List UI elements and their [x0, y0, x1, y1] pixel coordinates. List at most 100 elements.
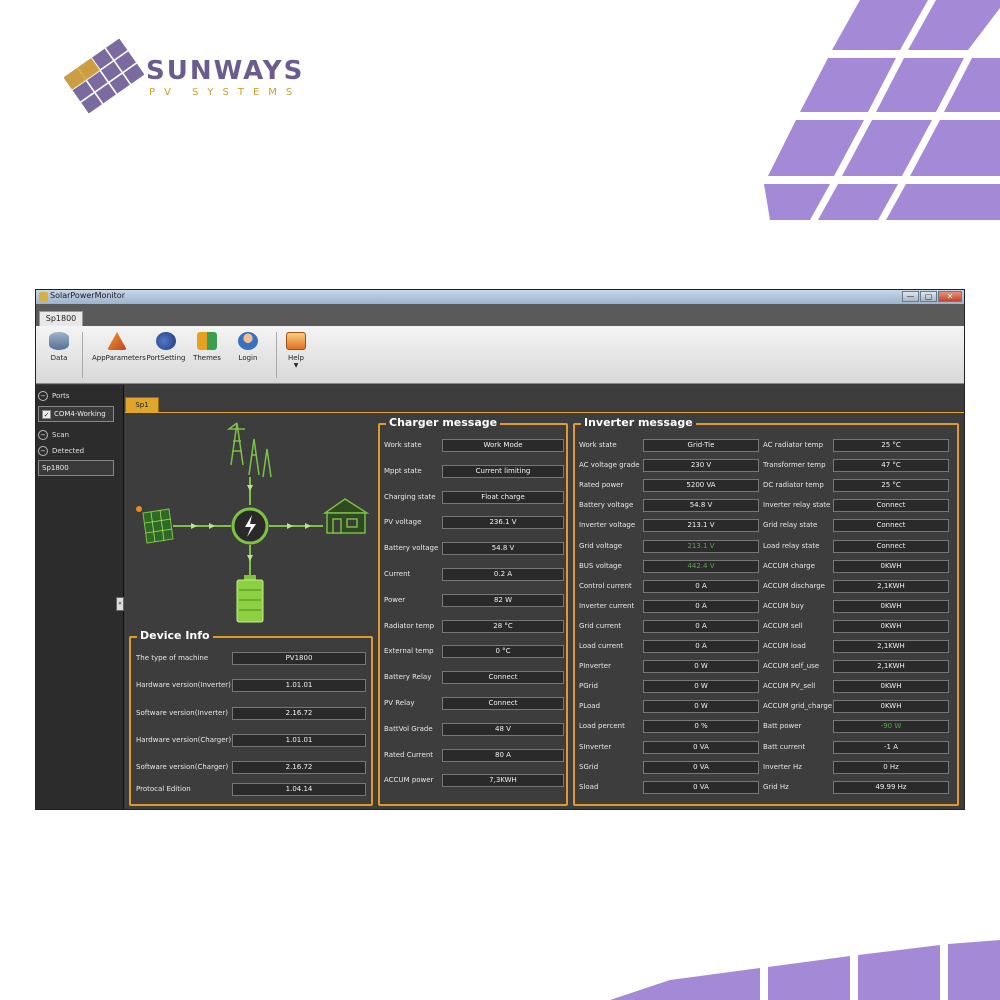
field-row: BUS voltage 442.4 V: [579, 559, 765, 573]
app-parameters-button[interactable]: AppParameters: [92, 332, 146, 362]
themes-button[interactable]: Themes: [191, 332, 223, 362]
field-value: 2,1KWH: [833, 640, 949, 653]
field-row: ACCUM PV_sell 0KWH: [763, 680, 955, 694]
field-row: Battery voltage 54.8 V: [579, 499, 765, 513]
field-value: 80 A: [442, 748, 564, 762]
field-label: PLoad: [579, 702, 601, 711]
field-value: 0 VA: [643, 740, 759, 754]
field-value: 213.1 V: [643, 519, 759, 533]
field-label: Batt power: [763, 722, 802, 731]
sidebar-item-ports[interactable]: − Ports: [38, 391, 70, 401]
field-label: Inverter relay state: [763, 501, 831, 510]
field-value: 28 °C: [442, 619, 564, 633]
field-label: Charging state: [384, 492, 436, 501]
field-row: Batt current -1 A: [763, 740, 955, 754]
field-value: Connect: [442, 671, 564, 685]
ribbon-tab-sp1800[interactable]: Sp1800: [39, 311, 83, 326]
field-row: SGrid 0 VA: [579, 760, 765, 774]
field-row: Battery Relay Connect: [384, 671, 564, 685]
field-value: 0 W: [643, 680, 759, 694]
field-label: ACCUM PV_sell: [763, 682, 816, 691]
checkbox-checked-icon[interactable]: ✓: [42, 409, 51, 419]
sidebar-item-device[interactable]: Sp1800: [38, 460, 114, 476]
close-button[interactable]: ✕: [938, 291, 962, 302]
field-value: 0 A: [643, 579, 759, 593]
decorative-panels-bottom-icon: [610, 940, 1000, 1000]
port-setting-label: PortSetting: [146, 354, 186, 362]
app-window: SolarPowerMonitor — ▢ ✕ Sp1800 Data AppP…: [35, 289, 965, 810]
port-icon: [156, 332, 176, 350]
solar-panel-logo-icon: [64, 38, 144, 114]
field-label: Radiator temp: [384, 621, 435, 630]
field-label: ACCUM discharge: [763, 581, 825, 590]
data-button[interactable]: Data: [44, 332, 74, 362]
field-value: 0 VA: [643, 760, 759, 774]
field-label: External temp: [384, 647, 434, 656]
field-value: 442.4 V: [643, 559, 759, 573]
field-label: Software version(Charger): [136, 763, 229, 772]
field-value: 1.01.01: [232, 679, 366, 693]
field-value: 0KWH: [833, 559, 949, 573]
field-row: Software version(Charger) 2.16.72: [136, 761, 368, 775]
field-row: Sload 0 VA: [579, 780, 765, 794]
field-value: Connect: [442, 697, 564, 710]
field-label: Load relay state: [763, 541, 820, 550]
field-label: The type of machine: [136, 654, 209, 662]
field-row: AC voltage grade 230 V: [579, 459, 765, 473]
page: SUNWAYS PV SYSTEMS SolarPowerMonitor — ▢…: [0, 0, 1000, 1000]
maximize-button[interactable]: ▢: [920, 291, 937, 302]
ribbon-tab-strip: Sp1800: [36, 304, 964, 326]
field-label: ACCUM power: [384, 776, 434, 785]
port-setting-button[interactable]: PortSetting: [146, 332, 186, 362]
field-label: ACCUM sell: [763, 621, 803, 630]
field-label: Grid relay state: [763, 521, 818, 530]
field-value: Connect: [833, 539, 949, 553]
window-title: SolarPowerMonitor: [50, 291, 125, 300]
field-value: 0 Hz: [833, 760, 949, 774]
field-label: Power: [384, 595, 406, 604]
sidebar-device-label: Sp1800: [42, 464, 69, 472]
field-value: 7,3KWH: [442, 774, 564, 788]
field-value: 236.1 V: [442, 516, 564, 530]
field-row: Work state Grid-Tie: [579, 439, 765, 452]
field-row: Software version(Inverter) 2.16.72: [136, 706, 368, 720]
field-label: Protocal Edition: [136, 785, 191, 793]
field-value: 82 W: [442, 593, 564, 607]
brand-tagline: PV SYSTEMS: [149, 87, 302, 98]
field-row: Charging state Float charge: [384, 490, 564, 504]
field-label: ACCUM load: [763, 642, 806, 650]
sidebar-item-detected[interactable]: − Detected: [38, 446, 84, 456]
charger-panel: Charger message Work state Work Mode Mppt …: [378, 416, 568, 806]
collapse-icon: −: [38, 430, 48, 440]
field-label: Load current: [579, 642, 624, 650]
minimize-button[interactable]: —: [902, 291, 919, 302]
field-value: 0KWH: [833, 680, 949, 694]
brand-name: SUNWAYS: [146, 56, 305, 86]
login-button[interactable]: Login: [232, 332, 264, 362]
field-label: AC radiator temp: [763, 441, 824, 449]
field-row: External temp 0 °C: [384, 645, 564, 659]
sidebar-ports-label: Ports: [52, 392, 70, 400]
field-row: Grid Hz 49.99 Hz: [763, 780, 955, 794]
field-row: Control current 0 A: [579, 579, 765, 593]
field-label: SInverter: [579, 742, 612, 751]
field-row: Batt power -90 W: [763, 720, 955, 734]
field-row: ACCUM grid_charge 0KWH: [763, 700, 955, 714]
field-row: PGrid 0 W: [579, 680, 765, 694]
field-row: Hardware version(Inverter) 1.01.01: [136, 679, 368, 693]
sidebar-item-scan[interactable]: − Scan: [38, 430, 69, 440]
sidebar-collapse-handle[interactable]: «: [116, 597, 124, 611]
device-info-panel: Device Info The type of machine PV1800 Har…: [129, 629, 373, 806]
help-button[interactable]: Help ▼: [284, 332, 308, 369]
field-value: 0 VA: [643, 780, 759, 794]
field-row: Inverter Hz 0 Hz: [763, 760, 955, 774]
field-row: PInverter 0 W: [579, 660, 765, 674]
field-label: Grid current: [579, 621, 622, 630]
brand-logo: SUNWAYS PV SYSTEMS: [64, 34, 304, 124]
field-row: Grid current 0 A: [579, 619, 765, 633]
field-row: Work state Work Mode: [384, 439, 564, 452]
tab-sp1[interactable]: Sp1: [125, 397, 159, 413]
sidebar-item-com[interactable]: ✓ COM4-Working: [38, 406, 114, 422]
field-label: DC radiator temp: [763, 481, 824, 490]
field-value: 230 V: [643, 459, 759, 473]
